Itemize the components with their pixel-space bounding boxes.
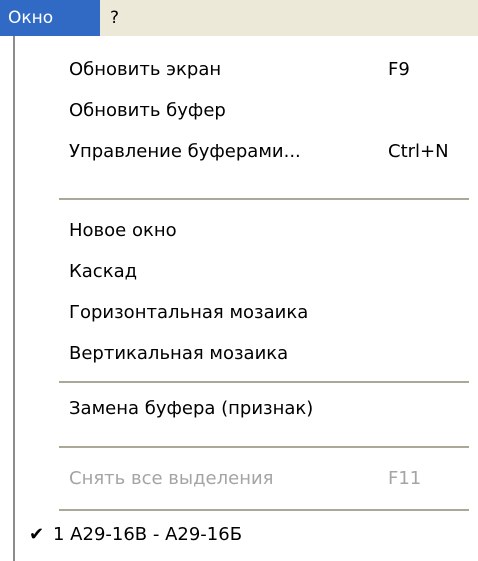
menu-item-label: 1 А29-16В - А29-16Б [53,524,243,545]
menu-separator [59,198,469,200]
menu-item-label: Вертикальная мозаика [69,343,289,364]
menu-help[interactable]: ? [100,0,140,36]
menu-item-label: Обновить экран [69,59,222,80]
menu-item-label: Новое окно [69,220,177,241]
menu-item-manage-buffers[interactable]: Управление буферами... Ctrl+N [15,132,478,172]
menu-item-tile-horizontal[interactable]: Горизонтальная мозаика [15,293,478,333]
menu-item-label: Обновить буфер [69,100,226,121]
menu-item-refresh-screen[interactable]: Обновить экран F9 [15,50,478,90]
menu-item-label: Управление буферами... [69,141,301,162]
menu-item-replace-buffer[interactable]: Замена буфера (признак) [15,389,478,429]
menu-item-shortcut: F11 [388,468,422,489]
menu-bar: Окно ? [0,0,478,36]
menu-separator [59,509,469,511]
menu-item-tile-vertical[interactable]: Вертикальная мозаика [15,334,478,374]
menu-item-clear-selections: Снять все выделения F11 [15,459,478,499]
menu-item-label: Замена буфера (признак) [69,398,314,419]
menu-item-label: Горизонтальная мозаика [69,302,309,323]
menu-separator [59,381,469,383]
menu-separator [59,446,469,448]
menu-item-shortcut: F9 [388,59,410,80]
menu-window[interactable]: Окно [0,0,100,36]
menu-item-cascade[interactable]: Каскад [15,252,478,292]
menu-item-refresh-buffer[interactable]: Обновить буфер [15,91,478,131]
window-menu-dropdown: Обновить экран F9 Обновить буфер Управле… [13,36,478,561]
menu-item-label: Каскад [69,261,138,282]
checkmark-icon: ✔ [29,524,45,545]
menu-item-label: Снять все выделения [69,468,274,489]
menu-item-new-window[interactable]: Новое окно [15,211,478,251]
menu-item-shortcut: Ctrl+N [388,141,449,162]
menu-item-window-entry[interactable]: ✔ 1 А29-16В - А29-16Б [15,515,478,555]
